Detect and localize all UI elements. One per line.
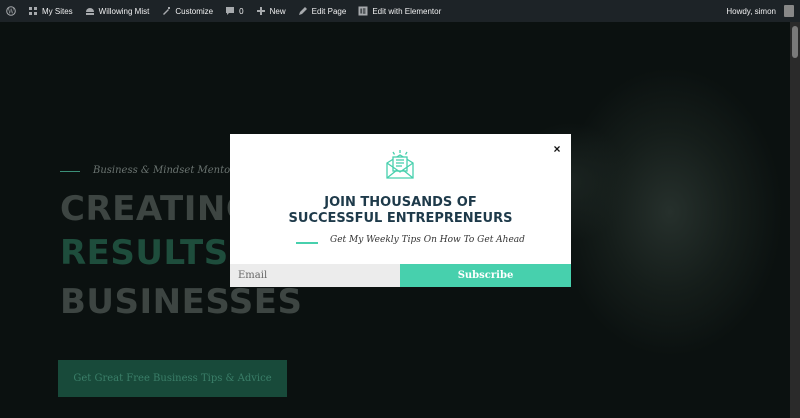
svg-text:W: W [8, 8, 15, 15]
newsletter-popup: × JOIN THOUSANDS OF SUCCESSFUL ENTREPREN… [230, 134, 571, 287]
site-name-label: Willowing Mist [98, 6, 150, 16]
customize-link[interactable]: Customize [155, 0, 219, 22]
greeting-label: Howdy, simon [726, 6, 776, 16]
my-sites-menu[interactable]: My Sites [22, 0, 79, 22]
popup-subtitle: Get My Weekly Tips On How To Get Ahead [330, 235, 525, 245]
elementor-link[interactable]: Edit with Elementor [352, 0, 447, 22]
my-sites-icon [28, 6, 38, 16]
account-menu[interactable]: Howdy, simon [720, 0, 800, 22]
wordpress-menu[interactable]: W [0, 0, 22, 22]
subtitle-divider [296, 242, 318, 244]
edit-page-label: Edit Page [311, 6, 347, 16]
comments-count: 0 [239, 6, 244, 16]
new-icon [256, 6, 266, 16]
hero-headline-line-3: BUSINESSES [60, 282, 303, 322]
comments-link[interactable]: 0 [219, 0, 249, 22]
site-icon [85, 6, 95, 16]
wordpress-icon: W [6, 6, 16, 16]
scrollbar-thumb[interactable] [792, 26, 798, 58]
new-content-menu[interactable]: New [250, 0, 292, 22]
page-scrollbar[interactable] [790, 22, 800, 418]
customize-icon [161, 6, 171, 16]
edit-page-link[interactable]: Edit Page [292, 0, 353, 22]
admin-bar: W My Sites Willowing Mist Customize 0 Ne… [0, 0, 800, 22]
close-icon[interactable]: × [550, 142, 564, 156]
newsletter-envelope-icon [384, 149, 416, 181]
hero-headline-line-2: RESULTS [60, 233, 229, 273]
comments-icon [225, 6, 235, 16]
popup-title-text: JOIN THOUSANDS OF SUCCESSFUL ENTREPRENEU… [288, 195, 513, 226]
email-field[interactable] [230, 264, 400, 287]
customize-label: Customize [175, 6, 214, 16]
avatar [784, 5, 794, 17]
eyebrow-divider [60, 171, 80, 172]
hero-eyebrow: Business & Mindset Mentor [93, 165, 235, 176]
hero-headline-line-1: CREATING [60, 189, 255, 229]
site-name-menu[interactable]: Willowing Mist [79, 0, 156, 22]
subscribe-button[interactable]: Subscribe [400, 264, 571, 287]
hero-cta-button[interactable]: Get Great Free Business Tips & Advice [58, 360, 287, 397]
edit-icon [298, 6, 308, 16]
new-label: New [269, 6, 286, 16]
popup-title: JOIN THOUSANDS OF SUCCESSFUL ENTREPRENEU… [230, 195, 571, 227]
elementor-icon [358, 6, 368, 16]
my-sites-label: My Sites [42, 6, 73, 16]
elementor-label: Edit with Elementor [372, 6, 442, 16]
